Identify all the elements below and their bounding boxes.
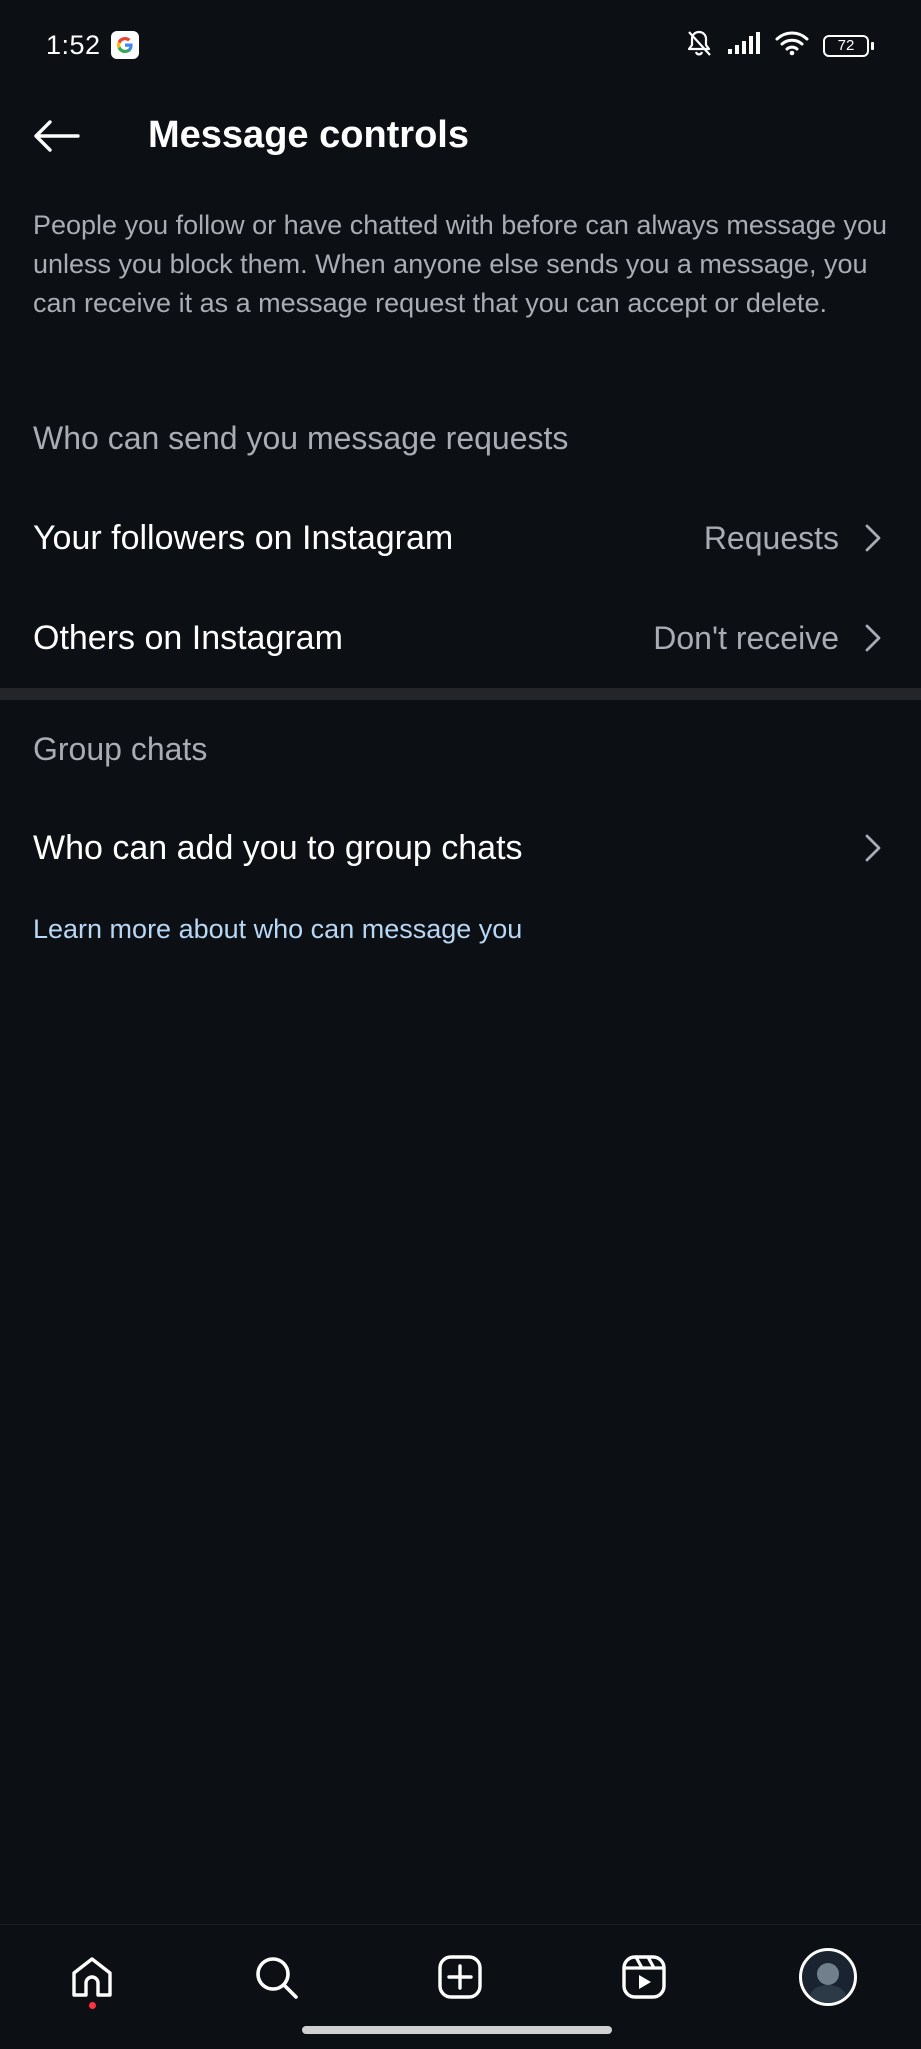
chevron-right-icon — [861, 832, 885, 864]
arrow-left-icon — [34, 120, 80, 152]
avatar — [799, 1948, 857, 2006]
home-icon — [72, 1957, 112, 1997]
learn-more-link[interactable]: Learn more about who can message you — [33, 914, 522, 945]
nav-home[interactable] — [60, 1945, 124, 2009]
row-group-chats[interactable]: Who can add you to group chats — [0, 800, 921, 896]
nav-create[interactable] — [428, 1945, 492, 2009]
description-text: People you follow or have chatted with b… — [33, 210, 887, 318]
row-label: Others on Instagram — [33, 618, 343, 657]
section-heading-group-chats: Group chats — [33, 731, 208, 767]
status-time: 1:52 — [46, 30, 101, 60]
battery-indicator: 72 — [823, 34, 874, 57]
page-title: Message controls — [148, 114, 469, 156]
chevron-right-icon — [861, 622, 885, 654]
section-divider — [0, 688, 921, 700]
row-followers-on-instagram[interactable]: Your followers on Instagram Requests — [0, 490, 921, 586]
chevron-right-icon — [861, 522, 885, 554]
status-bar: 1:52 72 — [0, 0, 921, 92]
back-button[interactable] — [28, 108, 84, 164]
reels-icon — [622, 1955, 666, 1999]
row-label: Who can add you to group chats — [33, 828, 523, 867]
signal-icon — [727, 31, 761, 60]
create-icon — [438, 1955, 482, 1999]
row-value: Don't receive — [653, 619, 839, 656]
row-label: Your followers on Instagram — [33, 518, 454, 557]
row-others-on-instagram[interactable]: Others on Instagram Don't receive — [0, 590, 921, 686]
nav-search[interactable] — [244, 1945, 308, 2009]
google-icon — [111, 31, 139, 59]
nav-profile[interactable] — [796, 1945, 860, 2009]
section-heading-message-requests: Who can send you message requests — [33, 420, 569, 456]
wifi-icon — [775, 30, 809, 61]
gesture-bar — [302, 2026, 612, 2034]
row-value: Requests — [703, 519, 839, 556]
status-icons: 72 — [685, 28, 874, 63]
header: Message controls — [0, 96, 921, 176]
nav-reels[interactable] — [612, 1945, 676, 2009]
search-icon — [256, 1957, 298, 1999]
notification-dot — [89, 2002, 96, 2009]
bell-muted-icon — [685, 28, 713, 63]
